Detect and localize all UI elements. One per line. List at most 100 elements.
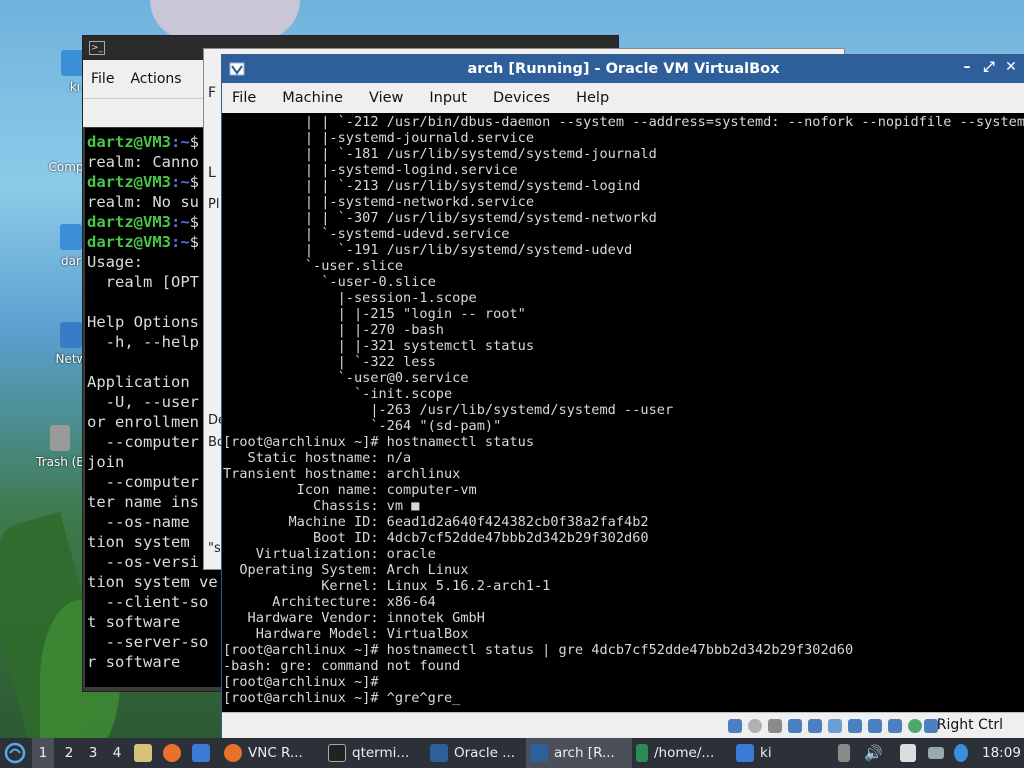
recording-icon[interactable] — [868, 719, 882, 733]
console-line: | |-systemd-journald.service — [223, 130, 534, 146]
virtualbox-window[interactable]: arch [Running] - Oracle VM VirtualBox – … — [221, 54, 1024, 765]
clock[interactable]: 18:09 — [982, 738, 1021, 768]
prompt-user: dartz@VM3 — [87, 133, 171, 151]
console-line: | `-systemd-udevd.service — [223, 226, 510, 242]
firefox-icon — [163, 744, 181, 762]
workspace-3[interactable]: 3 — [82, 738, 104, 768]
shared-folders-icon[interactable] — [828, 719, 842, 733]
menu-input[interactable]: Input — [429, 90, 467, 106]
folder-icon — [736, 744, 754, 762]
virtualbox-menubar: File Machine View Input Devices Help — [222, 83, 1024, 113]
workspace-4[interactable]: 4 — [106, 738, 128, 768]
console-line: | `-322 less — [223, 354, 436, 370]
prompt-user: dartz@VM3 — [87, 173, 171, 191]
workspace-2[interactable]: 2 — [58, 738, 80, 768]
file-manager-icon — [134, 744, 152, 762]
taskbar: 1 2 3 4 VNC R... qtermi... Oracle ... ar… — [0, 738, 1024, 768]
window-label: Pl — [208, 197, 220, 212]
menu-machine[interactable]: Machine — [282, 90, 343, 106]
console-line: Icon name: computer-vm — [223, 482, 477, 498]
optical-drive-icon[interactable] — [748, 719, 762, 733]
console-line: | |-270 -bash — [223, 322, 444, 338]
console-line: |-263 /usr/lib/systemd/systemd --user — [223, 402, 674, 418]
prompt-user: dartz@VM3 — [87, 213, 171, 231]
console-line: | `-191 /usr/lib/systemd/systemd-udevd — [223, 242, 633, 258]
mouse-integration-icon[interactable] — [908, 719, 922, 733]
tray-removable-media[interactable] — [838, 738, 856, 768]
console-line: | |-systemd-networkd.service — [223, 194, 534, 210]
quicklaunch-files[interactable] — [134, 738, 158, 768]
console-line: Hardware Model: VirtualBox — [223, 626, 469, 642]
close-button[interactable]: ✕ — [1003, 59, 1019, 75]
tray-clipboard[interactable] — [900, 738, 922, 768]
console-line: Boot ID: 4dcb7cf52dde47bbb2d342b29f302d6… — [223, 530, 649, 546]
lxqt-logo-icon — [4, 742, 26, 764]
task-ki-folder[interactable]: ki — [736, 738, 772, 768]
menu-view[interactable]: View — [369, 90, 403, 106]
harddisk-icon[interactable] — [728, 719, 742, 733]
console-line: Chassis: vm ■ — [223, 498, 420, 514]
window-title: arch [Running] - Oracle VM VirtualBox — [467, 61, 780, 77]
vm-console-screen[interactable]: | | `-212 /usr/bin/dbus-daemon --system … — [222, 113, 1024, 765]
console-line: `-user.slice — [223, 258, 404, 274]
console-line: Transient hostname: archlinux — [223, 466, 461, 482]
console-line: [root@archlinux ~]# hostnamectl status — [223, 434, 534, 450]
network-adapter-icon[interactable] — [788, 719, 802, 733]
usb-drive-icon — [838, 744, 850, 762]
prompt-path: :~ — [171, 133, 190, 151]
show-desktop-icon — [192, 744, 210, 762]
console-line: `-264 "(sd-pam)" — [223, 418, 502, 434]
display-icon[interactable] — [848, 719, 862, 733]
virtualbox-statusbar: Right Ctrl — [222, 712, 1024, 739]
start-menu-button[interactable] — [4, 738, 26, 768]
console-line: | |-215 "login -- root" — [223, 306, 526, 322]
console-line: [root@archlinux ~]# ^gre^gre_ — [223, 690, 461, 706]
audio-icon[interactable] — [768, 719, 782, 733]
vt-x-icon[interactable] — [888, 719, 902, 733]
prompt-symbol: $ — [189, 173, 200, 191]
desktop-icon-trash[interactable]: Trash (E — [30, 425, 90, 469]
terminal-icon: >_ — [89, 41, 105, 55]
trash-icon — [50, 425, 70, 451]
console-line: Architecture: x86-64 — [223, 594, 436, 610]
wallpaper-character — [150, 0, 300, 40]
console-line: | | `-213 /usr/lib/systemd/systemd-login… — [223, 178, 641, 194]
menu-actions[interactable]: Actions — [130, 71, 181, 87]
console-line: `-init.scope — [223, 386, 453, 402]
console-line: `-user-0.slice — [223, 274, 436, 290]
tray-volume[interactable]: 🔊 — [864, 738, 883, 768]
quicklaunch-firefox[interactable] — [163, 738, 187, 768]
task-oracle-vm[interactable]: Oracle ... — [430, 738, 515, 768]
menu-help[interactable]: Help — [576, 90, 609, 106]
console-line: |-session-1.scope — [223, 290, 477, 306]
prompt-path: :~ — [171, 233, 190, 251]
tray-network[interactable] — [928, 738, 950, 768]
menu-file[interactable]: File — [232, 90, 256, 106]
console-line: [root@archlinux ~]# hostnamectl status |… — [223, 642, 854, 658]
virtualbox-icon — [530, 744, 548, 762]
console-line: Operating System: Arch Linux — [223, 562, 469, 578]
window-label: L — [208, 165, 216, 181]
quicklaunch-show-desktop[interactable] — [192, 738, 216, 768]
virtualbox-icon — [430, 744, 448, 762]
file-manager-icon — [636, 744, 648, 762]
menu-devices[interactable]: Devices — [493, 90, 550, 106]
task-qterminal[interactable]: qtermi... — [328, 738, 409, 768]
task-vnc[interactable]: VNC R... — [224, 738, 303, 768]
usb-icon[interactable] — [808, 719, 822, 733]
bluetooth-icon — [954, 744, 968, 762]
minimize-button[interactable]: – — [959, 59, 975, 75]
tray-bluetooth[interactable] — [954, 738, 974, 768]
console-line: Kernel: Linux 5.16.2-arch1-1 — [223, 578, 551, 594]
console-line: Hardware Vendor: innotek GmbH — [223, 610, 485, 626]
console-line: | | `-181 /usr/lib/systemd/systemd-journ… — [223, 146, 657, 162]
maximize-button[interactable]: ⤢ — [981, 59, 997, 75]
task-arch-running[interactable]: arch [R... — [526, 738, 632, 768]
console-line: | |-321 systemctl status — [223, 338, 534, 354]
virtualbox-icon — [229, 62, 245, 76]
workspace-1[interactable]: 1 — [32, 738, 54, 768]
virtualbox-titlebar[interactable]: arch [Running] - Oracle VM VirtualBox – … — [222, 55, 1024, 83]
task-home-folder[interactable]: /home/... — [636, 738, 714, 768]
prompt-symbol: $ — [189, 233, 200, 251]
menu-file[interactable]: File — [91, 71, 114, 87]
